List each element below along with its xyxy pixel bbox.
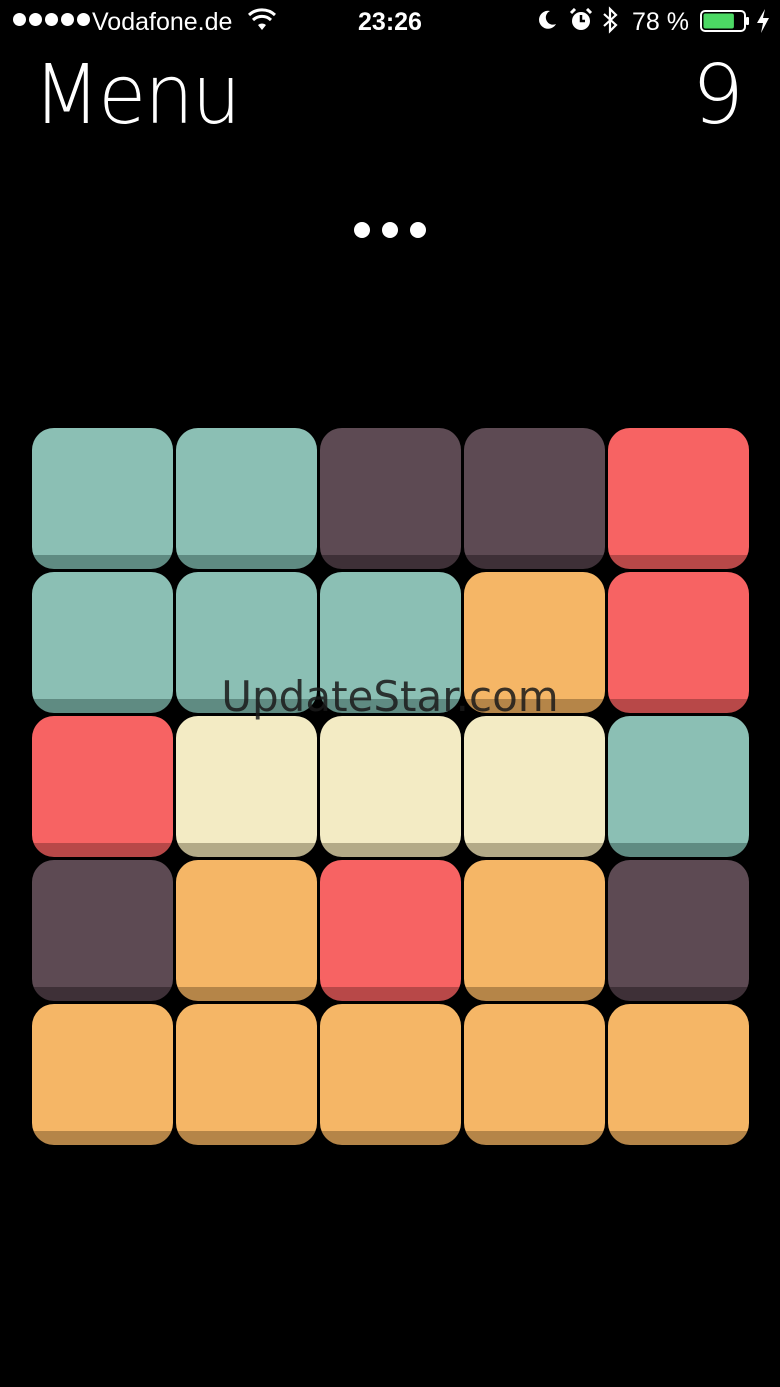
tile-orange[interactable] [176, 1004, 317, 1145]
tile-teal[interactable] [32, 428, 173, 569]
watermark-text: UpdateStar.com [221, 672, 559, 721]
tile-orange[interactable] [32, 1004, 173, 1145]
battery-icon [700, 10, 749, 32]
tile-plum[interactable] [320, 428, 461, 569]
tile-cream[interactable] [320, 716, 461, 857]
tile-orange[interactable] [608, 1004, 749, 1145]
menu-button[interactable]: Menu [33, 48, 241, 144]
charging-bolt-icon [757, 9, 769, 33]
tile-coral[interactable] [32, 716, 173, 857]
alarm-clock-icon [569, 8, 593, 30]
tile-plum[interactable] [464, 428, 605, 569]
tile-coral[interactable] [320, 860, 461, 1001]
tile-teal[interactable] [608, 716, 749, 857]
tile-cream[interactable] [176, 716, 317, 857]
tile-coral[interactable] [608, 428, 749, 569]
battery-percentage: 78 % [632, 8, 689, 36]
tile-plum[interactable] [608, 860, 749, 1001]
tile-orange[interactable] [176, 860, 317, 1001]
status-bar: Vodafone.de 23:26 78 % [0, 0, 780, 44]
tile-orange[interactable] [320, 1004, 461, 1145]
page-dot [410, 222, 426, 238]
moves-counter: 9 [691, 48, 744, 143]
tile-plum[interactable] [32, 860, 173, 1001]
page-dot [382, 222, 398, 238]
tile-cream[interactable] [464, 716, 605, 857]
do-not-disturb-moon-icon [539, 10, 556, 29]
tile-teal[interactable] [176, 428, 317, 569]
tile-orange[interactable] [464, 860, 605, 1001]
page-dot [354, 222, 370, 238]
tile-orange[interactable] [464, 1004, 605, 1145]
game-board [32, 428, 749, 1145]
page-indicator [0, 222, 780, 238]
bluetooth-icon [603, 6, 618, 34]
